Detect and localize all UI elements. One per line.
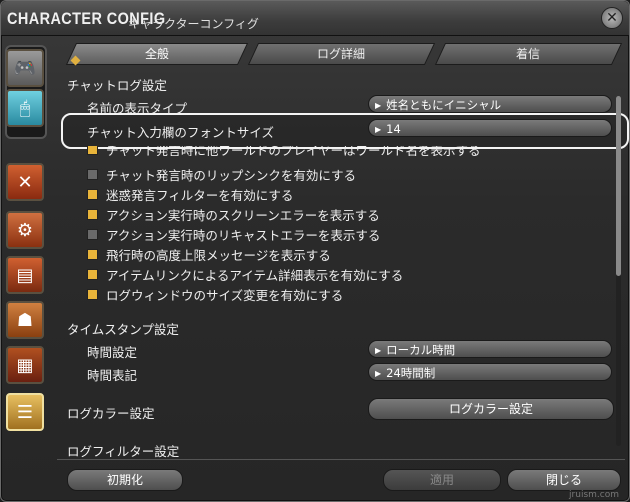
character-config-window: CHARACTER CONFIG キャラクターコンフィグ ✕ 🎮 🖱 ✕ ⚙ ▤… — [0, 0, 630, 502]
name-display-dropdown[interactable]: ▶ 姓名ともにイニシャル — [368, 95, 612, 113]
apply-button[interactable]: 適用 — [383, 469, 501, 491]
character-icon[interactable]: ☗ — [6, 301, 44, 339]
clipped-row: チャット発言時に他ワールドのプレイヤーはワールド名を表示する — [87, 146, 507, 156]
checkbox[interactable] — [87, 249, 98, 260]
checkbox-row[interactable]: チャット発言時のリップシンクを有効にする — [87, 165, 356, 184]
card-icon[interactable]: ▤ — [6, 256, 44, 294]
timestamp-heading: タイムスタンプ設定 — [67, 322, 179, 337]
reset-button[interactable]: 初期化 — [67, 469, 183, 491]
gamepad-icon[interactable]: 🎮 — [6, 49, 44, 87]
tab-incoming[interactable]: 着信 — [434, 43, 623, 65]
close-icon[interactable]: ✕ — [601, 7, 623, 29]
title-bar: CHARACTER CONFIG キャラクターコンフィグ ✕ — [1, 1, 629, 36]
window-subtitle: キャラクターコンフィグ — [128, 17, 259, 31]
mouse-icon[interactable]: 🖱 — [6, 89, 44, 127]
play-arrow-icon: ▶ — [375, 369, 382, 378]
checkbox[interactable] — [87, 189, 98, 200]
close-button[interactable]: 閉じる — [507, 469, 621, 491]
tab-log-detail[interactable]: ログ詳細 — [247, 43, 436, 65]
checkbox[interactable] — [87, 289, 98, 300]
log-color-button[interactable]: ログカラー設定 — [368, 398, 614, 420]
log-filter-heading: ログフィルター設定 — [67, 444, 180, 459]
scroll-thumb[interactable] — [616, 96, 621, 276]
log-color-heading: ログカラー設定 — [67, 406, 155, 421]
play-arrow-icon: ▶ — [375, 346, 382, 355]
gears-icon[interactable]: ⚙ — [6, 211, 44, 249]
font-size-dropdown[interactable]: ▶ 14 — [368, 119, 612, 137]
chat-log-heading: チャットログ設定 — [67, 78, 167, 93]
play-arrow-icon: ▶ — [375, 125, 382, 134]
checkbox-row[interactable]: アイテムリンクによるアイテム詳細表示を有効にする — [87, 265, 403, 284]
tab-general[interactable]: 全般 — [65, 43, 249, 65]
checkbox-row[interactable]: アクション実行時のリキャストエラーを表示する — [87, 225, 380, 244]
checkbox[interactable] — [87, 146, 98, 155]
checker-icon[interactable]: ▦ — [6, 346, 44, 384]
scrollbar[interactable] — [616, 96, 621, 446]
checkbox-row[interactable]: チャット発言時に他ワールドのプレイヤーはワールド名を表示する — [87, 146, 481, 156]
footer-divider — [57, 459, 625, 460]
play-arrow-icon: ▶ — [375, 101, 382, 110]
checkbox-row[interactable]: ログウィンドウのサイズ変更を有効にする — [87, 285, 343, 304]
checkbox[interactable] — [87, 229, 98, 240]
time-setting-label: 時間設定 — [87, 345, 138, 360]
time-format-label: 時間表記 — [87, 368, 138, 383]
font-size-label: チャット入力欄のフォントサイズ — [87, 125, 275, 140]
checkbox[interactable] — [87, 169, 98, 180]
time-setting-dropdown[interactable]: ▶ ローカル時間 — [368, 340, 612, 358]
checkbox-row[interactable]: アクション実行時のスクリーンエラーを表示する — [87, 205, 380, 224]
checkbox[interactable] — [87, 209, 98, 220]
crossed-swords-icon[interactable]: ✕ — [6, 163, 44, 201]
watermark: jruism.com — [569, 490, 619, 500]
time-format-dropdown[interactable]: ▶ 24時間制 — [368, 363, 612, 381]
checkbox-row[interactable]: 迷惑発言フィルターを有効にする — [87, 185, 293, 204]
checkbox[interactable] — [87, 269, 98, 280]
chat-log-icon[interactable]: ☰ — [6, 393, 44, 431]
checkbox-row[interactable]: 飛行時の高度上限メッセージを表示する — [87, 245, 331, 264]
